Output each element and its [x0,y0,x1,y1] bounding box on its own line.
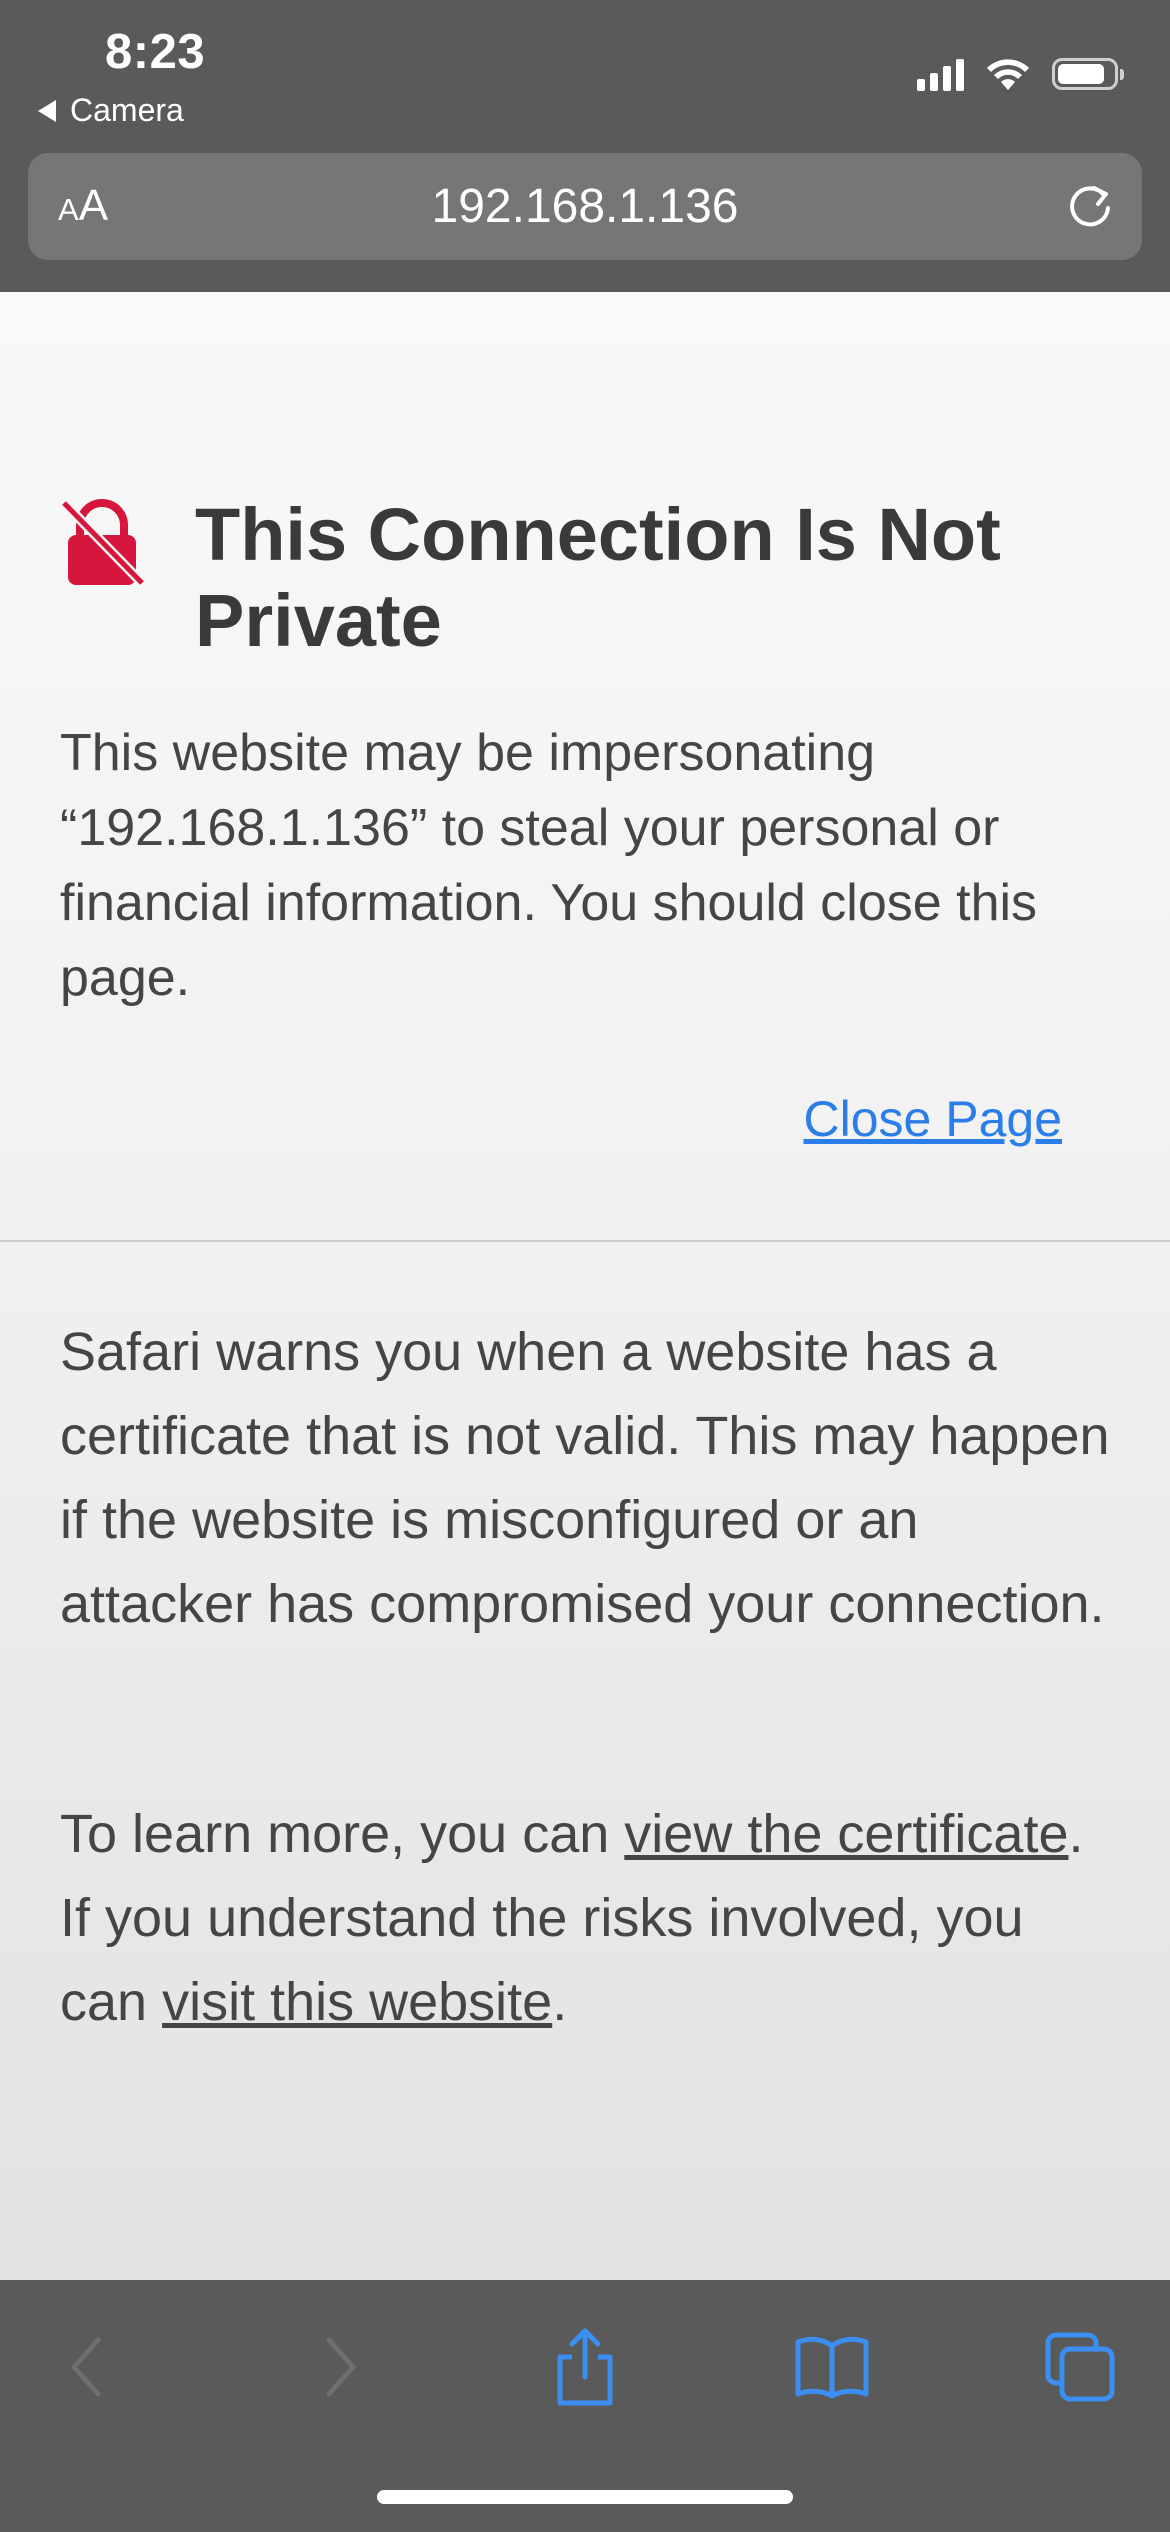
view-certificate-link[interactable]: view the certificate [624,1804,1068,1864]
learn-more-text: To learn more, you can view the certific… [60,1792,1120,2044]
bookmarks-icon [795,2336,869,2399]
close-page-link[interactable]: Close Page [804,1090,1063,1148]
bookmarks-button[interactable] [787,2322,877,2412]
page-title: This Connection Is Not Private [195,493,1001,662]
home-indicator[interactable] [377,2490,793,2504]
share-button[interactable] [540,2322,630,2412]
share-icon [557,2328,613,2406]
back-icon [71,2337,101,2397]
explanation-text: Safari warns you when a website has a ce… [60,1322,1110,1634]
error-page: This Connection Is Not Private This webs… [0,292,1170,2280]
section-divider [0,1240,1170,1242]
battery-icon [1052,58,1124,90]
cellular-signal-icon [917,57,964,91]
tabs-button[interactable] [1035,2322,1125,2412]
forward-icon [326,2337,356,2397]
broken-lock-icon [60,499,144,587]
learn-suffix: . [552,1972,568,2032]
address-bar[interactable]: AA 192.168.1.136 [28,153,1142,260]
status-icons [917,52,1124,96]
learn-prefix: To learn more, you can [60,1804,625,1864]
tabs-icon [1045,2332,1115,2402]
browser-top-chrome: 8:23 Camera AA 192.168.1.136 [0,0,1170,292]
status-time: 8:23 [105,25,206,79]
back-triangle-icon [38,99,56,122]
battery-level-fill [1058,64,1104,84]
warning-text: This website may be impersonating “192.1… [60,724,1038,1007]
back-app-label: Camera [70,92,184,128]
back-button[interactable] [42,2322,132,2412]
wifi-icon [987,59,1029,90]
reload-icon[interactable] [1064,181,1116,233]
url-text[interactable]: 192.168.1.136 [28,179,1142,234]
visit-website-link[interactable]: visit this website [162,1972,552,2032]
back-to-camera-button[interactable]: Camera [38,92,184,129]
forward-button[interactable] [295,2322,385,2412]
